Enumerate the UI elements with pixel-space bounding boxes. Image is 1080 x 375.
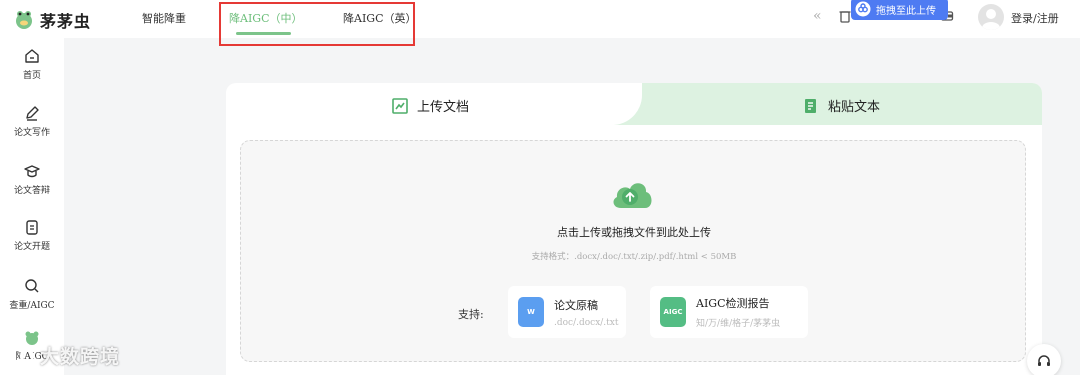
- watermark-logo-icon: [10, 348, 34, 363]
- support-card-subtitle: 知/万/维/格子/茅茅虫: [696, 319, 781, 329]
- active-nav-underline: [236, 32, 291, 35]
- word-file-icon: W: [518, 297, 544, 327]
- tab-paste-text[interactable]: 粘贴文本: [802, 96, 880, 115]
- nav-reduce-aigc-en[interactable]: 降AIGC（英）: [343, 10, 417, 26]
- trash-icon[interactable]: [838, 9, 852, 23]
- document-icon: [392, 97, 408, 114]
- mascot-icon: [16, 11, 32, 29]
- upload-format-hint: 支持格式：.docx/.doc/.txt/.zip/.pdf/.html < 5…: [531, 252, 737, 262]
- link-icon: [855, 1, 871, 17]
- avatar[interactable]: [978, 4, 1004, 30]
- drag-upload-label: 拖拽至此上传: [876, 5, 936, 17]
- user-icon: [982, 9, 1000, 30]
- watermark-text: 大数跨境: [40, 346, 121, 368]
- support-card-title: 论文原稿: [554, 298, 598, 312]
- tab-upload-label: 上传文档: [417, 100, 470, 115]
- upload-title: 点击上传或拖拽文件到此处上传: [557, 226, 711, 239]
- sidebar-item-label: 论文写作: [13, 128, 50, 138]
- logo-text: 茅茅虫: [40, 12, 92, 31]
- customer-service-button[interactable]: [1027, 344, 1061, 375]
- support-card-original-paper: W 论文原稿 .doc/.docx/.txt: [508, 286, 626, 338]
- sidebar-item-label: 查重/AIGC: [9, 301, 55, 311]
- sidebar-item-label: 论文答辩: [13, 186, 50, 196]
- support-card-aigc-report: AIGC AIGC检测报告 知/万/维/格子/茅茅虫: [650, 286, 808, 338]
- aigc-file-icon: AIGC: [660, 297, 686, 327]
- sidebar-item-check-aigc[interactable]: 查重/AIGC: [0, 277, 64, 311]
- headset-icon: [1038, 355, 1050, 366]
- nav-reduce-aigc-cn[interactable]: 降AIGC（中）: [229, 10, 303, 26]
- sidebar-item-writing[interactable]: 论文写作: [0, 104, 64, 138]
- support-card-title: AIGC检测报告: [696, 297, 770, 310]
- drag-upload-chip[interactable]: 拖拽至此上传: [851, 0, 948, 20]
- tab-paste-label: 粘贴文本: [828, 100, 881, 115]
- nav-smart-rewrite[interactable]: 智能降重: [142, 10, 186, 26]
- search-icon: [25, 279, 39, 293]
- top-header: 茅茅虫 智能降重 降AIGC（中） 降AIGC（英） « 拖拽至此上传 登录/注…: [0, 0, 1080, 38]
- paste-icon: [805, 98, 816, 113]
- home-icon: [25, 49, 39, 63]
- sidebar: 首页 论文写作 论文答辩 论文开题 查重/AIGC 降AIGC: [0, 38, 64, 375]
- tab-upload-document[interactable]: 上传文档: [391, 96, 469, 115]
- watermark: 大数跨境: [8, 342, 120, 369]
- graduation-cap-icon: [24, 165, 40, 178]
- sidebar-item-defense[interactable]: 论文答辩: [0, 162, 64, 196]
- collapse-icon[interactable]: «: [813, 8, 822, 24]
- sidebar-item-label: 首页: [22, 71, 41, 81]
- support-card-subtitle: .doc/.docx/.txt: [554, 317, 619, 328]
- sidebar-item-home[interactable]: 首页: [0, 47, 64, 81]
- login-link[interactable]: 登录/注册: [1011, 10, 1059, 26]
- support-label: 支持:: [458, 308, 484, 321]
- cloud-upload-icon[interactable]: [609, 176, 655, 212]
- pen-icon: [26, 106, 39, 121]
- logo[interactable]: 茅茅虫: [14, 8, 91, 32]
